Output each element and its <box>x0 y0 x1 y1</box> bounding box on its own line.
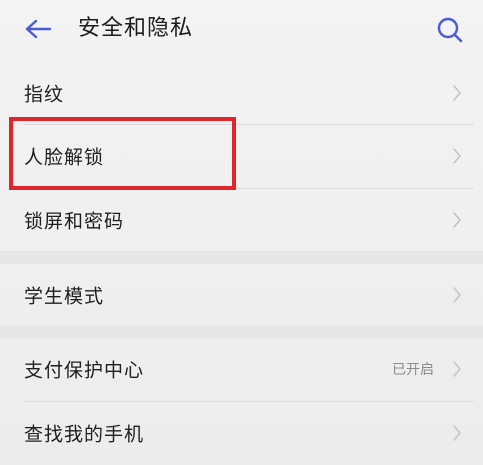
menu-item-find-my-phone[interactable]: 查找我的手机 <box>0 402 483 464</box>
settings-screen: 安全和隐私 指纹 人脸解锁 锁屏和密码 学生模式 支付保护中心 已开启 查找我的… <box>0 0 483 465</box>
chevron-right-icon <box>453 85 461 101</box>
menu-item-label: 支付保护中心 <box>24 359 145 382</box>
menu-item-lock-screen-password[interactable]: 锁屏和密码 <box>0 189 483 251</box>
chevron-right-icon <box>453 212 461 228</box>
menu-item-label: 指纹 <box>24 83 65 106</box>
back-arrow-icon <box>25 19 52 39</box>
menu-item-fingerprint[interactable]: 指纹 <box>0 62 483 124</box>
menu-item-payment-protection[interactable]: 支付保护中心 已开启 <box>0 338 483 400</box>
chevron-right-icon <box>453 148 461 164</box>
page-title: 安全和隐私 <box>78 16 194 41</box>
search-button[interactable] <box>434 14 466 46</box>
highlight-annotation-box <box>9 117 236 190</box>
back-button[interactable] <box>22 14 54 44</box>
menu-item-label: 锁屏和密码 <box>24 210 125 233</box>
status-text: 已开启 <box>392 362 434 378</box>
section-gap <box>0 251 483 264</box>
app-header: 安全和隐私 <box>0 0 483 58</box>
chevron-right-icon <box>453 425 461 441</box>
chevron-right-icon <box>453 361 461 377</box>
menu-item-student-mode[interactable]: 学生模式 <box>0 264 483 326</box>
search-icon <box>437 17 463 43</box>
section-gap <box>0 326 483 338</box>
chevron-right-icon <box>453 287 461 303</box>
menu-item-label: 学生模式 <box>24 285 105 308</box>
menu-item-label: 查找我的手机 <box>24 423 145 446</box>
